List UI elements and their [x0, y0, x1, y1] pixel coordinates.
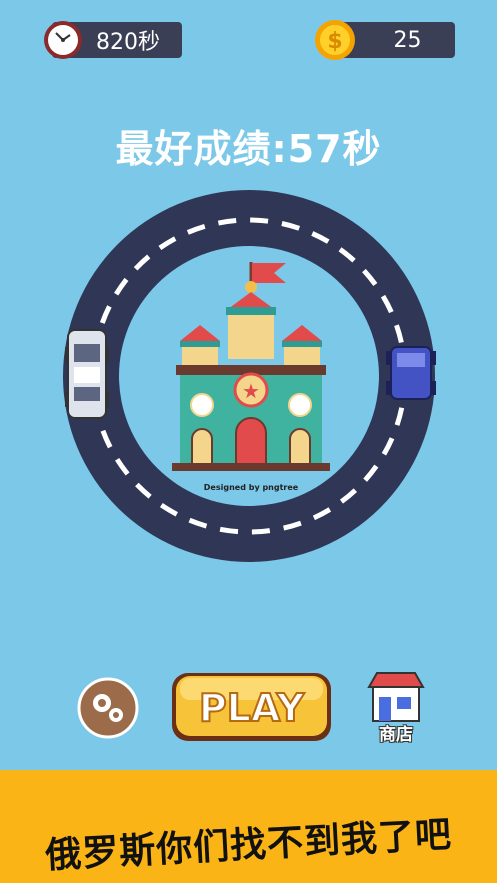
police-car [65, 329, 109, 419]
settings-button[interactable] [77, 677, 139, 739]
castle-watermark: Designed by pngtree [204, 483, 299, 492]
shop-label: 商店 [379, 725, 413, 745]
blue-car [386, 346, 436, 400]
clock-icon [44, 21, 82, 59]
play-button[interactable]: PLAY [170, 669, 333, 744]
coin-icon: $ [315, 20, 355, 60]
race-track: ★ Designed by pngtree [63, 190, 436, 562]
svg-text:★: ★ [242, 379, 260, 403]
play-label: PLAY [199, 686, 305, 730]
shop-icon [367, 672, 425, 722]
svg-text:$: $ [327, 29, 342, 54]
best-score: 最好成绩:57秒 [115, 127, 382, 171]
